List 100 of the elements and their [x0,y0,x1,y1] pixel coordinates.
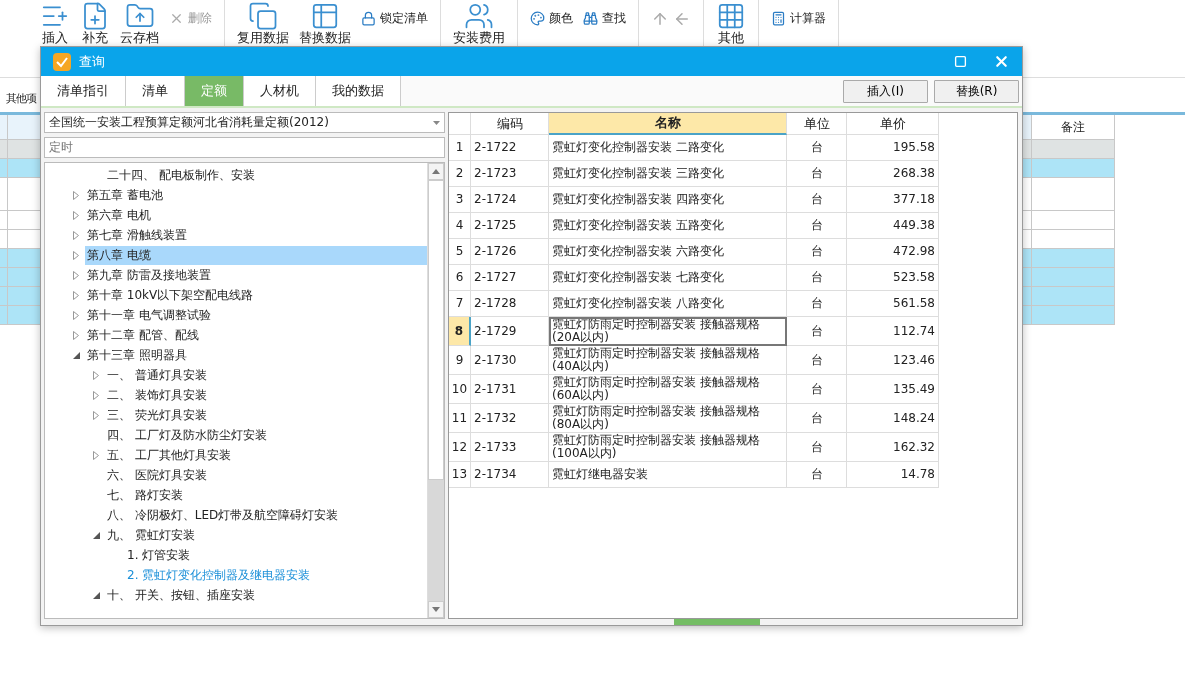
table-cell: 2-1726 [471,239,549,265]
expand-arrow-icon[interactable] [93,390,99,400]
tab[interactable]: 我的数据 [316,76,401,106]
row-number[interactable]: 6 [449,265,471,291]
collapse-arrow-icon[interactable] [73,351,80,359]
column-header[interactable]: 单价 [847,113,939,135]
toolbar-label[interactable]: 替换数据 [299,31,351,45]
maximize-icon[interactable] [954,55,967,68]
column-header: 备注 [1032,115,1115,140]
dropdown-caret-icon[interactable] [433,120,440,125]
column-header[interactable]: 单位 [787,113,847,135]
table-cell: 2-1728 [471,291,549,317]
expand-arrow-icon[interactable] [73,290,79,300]
table-cell: 台 [787,213,847,239]
table-cell: 霓虹灯变化控制器安装 四路变化 [549,187,787,213]
toolbar-label[interactable]: 安装费用 [453,31,505,45]
search-field[interactable]: 定时 [44,137,445,158]
tab[interactable]: 清单 [126,76,185,106]
toolbar-button[interactable]: 颜色 [530,0,573,27]
table-cell: 2-1725 [471,213,549,239]
table-cell: 台 [787,135,847,161]
table-cell: 561.58 [847,291,939,317]
table-cell: 台 [787,317,847,346]
table-cell: 霓虹灯防雨定时控制器安装 接触器规格(100A以内) [549,433,787,462]
splitter-handle[interactable] [674,619,760,625]
toolbar-icon[interactable] [464,1,494,31]
sheet-tab[interactable]: 其他项 [6,91,36,106]
scroll-down-icon[interactable] [432,607,440,612]
expand-arrow-icon[interactable] [73,210,79,220]
toolbar-label[interactable]: 插入 [42,31,68,45]
table-cell: 2-1731 [471,375,549,404]
table-cell: 112.74 [847,317,939,346]
table-cell: 台 [787,404,847,433]
dialog-button[interactable]: 替换(R) [934,80,1019,103]
tab[interactable]: 人材机 [244,76,316,106]
table-cell: 台 [787,346,847,375]
table-cell: 2-1733 [471,433,549,462]
expand-arrow-icon[interactable] [73,310,79,320]
toolbar-icon[interactable] [716,1,746,31]
table-cell: 台 [787,239,847,265]
toolbar-icon[interactable] [310,1,340,31]
row-number[interactable]: 2 [449,161,471,187]
toolbar-button[interactable]: 查找 [583,0,626,27]
toolbar-icon[interactable] [248,1,278,31]
expand-arrow-icon[interactable] [73,270,79,280]
row-number[interactable]: 3 [449,187,471,213]
table-cell: 2-1722 [471,135,549,161]
table-cell: 148.24 [847,404,939,433]
expand-arrow-icon[interactable] [73,330,79,340]
expand-arrow-icon[interactable] [73,230,79,240]
tab[interactable]: 清单指引 [41,76,126,106]
scrollbar[interactable] [427,163,444,618]
toolbar-label[interactable]: 补充 [82,31,108,45]
dialog-button[interactable]: 插入(I) [843,80,928,103]
table-cell: 台 [787,433,847,462]
row-number[interactable]: 12 [449,433,471,462]
table-cell: 霓虹灯变化控制器安装 八路变化 [549,291,787,317]
row-number[interactable]: 13 [449,462,471,488]
expand-arrow-icon[interactable] [73,190,79,200]
row-number[interactable]: 10 [449,375,471,404]
table-cell: 2-1723 [471,161,549,187]
table-cell: 162.32 [847,433,939,462]
table-cell: 2-1727 [471,265,549,291]
tree-item[interactable]: 第八章 电缆 [85,245,427,265]
table-cell: 449.38 [847,213,939,239]
table-cell: 195.58 [847,135,939,161]
toolbar-label[interactable]: 云存档 [120,31,159,45]
toolbar-label[interactable]: 复用数据 [237,31,289,45]
expand-arrow-icon[interactable] [93,450,99,460]
table-cell: 霓虹灯防雨定时控制器安装 接触器规格(80A以内) [549,404,787,433]
table-cell: 台 [787,265,847,291]
table-cell: 霓虹灯防雨定时控制器安装 接触器规格(60A以内) [549,375,787,404]
table-cell: 霓虹灯变化控制器安装 二路变化 [549,135,787,161]
close-icon[interactable] [993,53,1010,70]
toolbar-button[interactable]: 计算器 [771,0,826,27]
library-dropdown[interactable]: 全国统一安装工程预算定额河北省消耗量定额(2012) [44,112,445,133]
app-logo-icon [53,52,71,71]
table-cell: 霓虹灯变化控制器安装 六路变化 [549,239,787,265]
row-number[interactable]: 1 [449,135,471,161]
expand-arrow-icon[interactable] [93,370,99,380]
expand-arrow-icon[interactable] [73,250,79,260]
table-cell: 台 [787,161,847,187]
toolbar-icon [583,11,598,26]
expand-arrow-icon[interactable] [93,410,99,420]
column-header[interactable]: 编码 [471,113,549,135]
row-number[interactable]: 8 [449,317,471,346]
table-cell: 霓虹灯变化控制器安装 七路变化 [549,265,787,291]
toolbar-button[interactable]: 锁定清单 [361,0,428,27]
dialog-title: 查询 [79,52,106,71]
toolbar-label[interactable]: 其他 [718,31,744,45]
row-number[interactable]: 4 [449,213,471,239]
collapse-arrow-icon[interactable] [93,531,100,539]
row-number[interactable]: 5 [449,239,471,265]
column-header[interactable]: 名称 [549,113,787,135]
collapse-arrow-icon[interactable] [93,591,100,599]
row-number[interactable]: 11 [449,404,471,433]
row-number[interactable]: 9 [449,346,471,375]
table-cell: 霓虹灯变化控制器安装 五路变化 [549,213,787,239]
scroll-up-icon[interactable] [432,169,440,174]
toolbar-icon [771,11,786,26]
